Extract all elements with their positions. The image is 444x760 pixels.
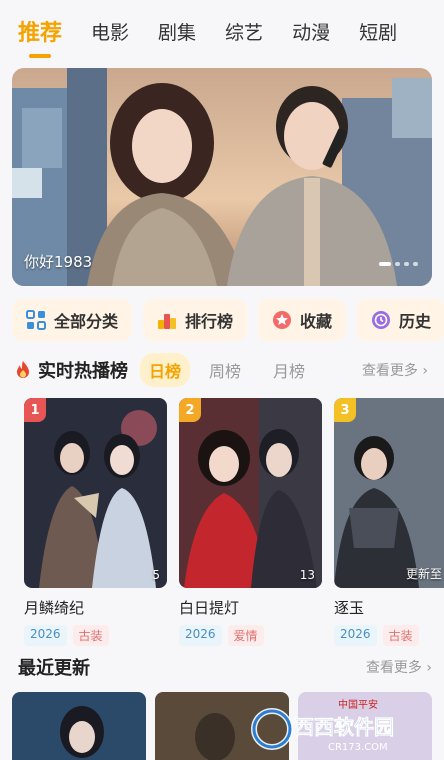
favorites-label: 收藏 (300, 312, 333, 331)
recent-item[interactable] (12, 692, 146, 760)
favorites-button[interactable]: 收藏 (258, 299, 347, 341)
poster-image: 3 更新至 (334, 398, 444, 588)
quick-actions: 全部分类 排行榜 收藏 历史 (12, 299, 444, 341)
ranking-card[interactable]: 2 13 白日提灯 2026 爱情 (179, 398, 322, 646)
banner-title: 你好1983 (24, 253, 93, 271)
top-tab-bar: 推荐 电影 剧集 综艺 动漫 短剧 (0, 0, 444, 62)
fire-icon (17, 361, 29, 378)
tab-short-drama[interactable]: 短剧 (359, 18, 397, 45)
recent-see-more-link[interactable]: 查看更多 › (366, 657, 432, 677)
watermark-text: 西西软件园 (294, 715, 394, 739)
ranking-label: 排行榜 (185, 312, 234, 331)
tab-monthly[interactable]: 月榜 (264, 353, 314, 387)
episode-count: 13 (299, 568, 315, 582)
recent-updates-title: 最近更新 (18, 658, 90, 679)
rank-badge: 3 (334, 398, 356, 422)
rank-badge: 2 (179, 398, 201, 422)
hot-see-more-link[interactable]: 查看更多 › (362, 360, 428, 380)
genre-tag: 古装 (382, 625, 419, 646)
poster-image: 1 5 (24, 398, 167, 588)
genre-tag: 古装 (72, 625, 109, 646)
history-clock-icon (372, 311, 391, 329)
ranking-card[interactable]: 3 更新至 逐玉 2026 古装 (334, 398, 444, 646)
recent-updates-header: 最近更新 查看更多 › (18, 652, 434, 682)
card-title: 白日提灯 (179, 599, 240, 617)
watermark-subtext: CR173.COM (328, 742, 388, 753)
poster-image: 2 13 (179, 398, 322, 588)
tab-weekly[interactable]: 周榜 (200, 353, 250, 387)
card-title: 月鳞绮纪 (24, 599, 85, 617)
year-tag: 2026 (179, 625, 222, 646)
tab-daily[interactable]: 日榜 (140, 353, 191, 387)
hot-ranking-list: 1 5 月鳞绮纪 2026 古装 2 13 白日提灯 2026 爱情 3 更新至… (24, 398, 444, 648)
genre-tag: 爱情 (227, 625, 264, 646)
banner-pagination (379, 262, 418, 266)
hot-ranking-title: 实时热播榜 (38, 361, 128, 382)
all-categories-label: 全部分类 (54, 312, 119, 331)
ranking-button[interactable]: 排行榜 (143, 299, 248, 341)
hero-banner[interactable]: 你好1983 (12, 68, 432, 286)
year-tag: 2026 (334, 625, 377, 646)
category-grid-icon (26, 310, 46, 330)
episode-count: 更新至 (406, 567, 443, 581)
year-tag: 2026 (24, 625, 67, 646)
history-button[interactable]: 历史 (357, 299, 444, 341)
tab-anime[interactable]: 动漫 (292, 18, 330, 45)
ranking-card[interactable]: 1 5 月鳞绮纪 2026 古装 (24, 398, 167, 646)
episode-count: 5 (152, 568, 160, 582)
ranking-bars-icon (158, 314, 177, 329)
site-watermark: 西西软件园 CR173.COM (250, 704, 440, 754)
card-title: 逐玉 (334, 599, 365, 617)
watermark-logo: 西西软件园 CR173.COM (251, 708, 394, 753)
all-categories-button[interactable]: 全部分类 (12, 299, 133, 341)
history-label: 历史 (399, 312, 432, 331)
tab-series[interactable]: 剧集 (158, 18, 196, 45)
favorite-star-icon (273, 311, 292, 329)
tab-variety[interactable]: 综艺 (225, 18, 263, 45)
tab-recommend[interactable]: 推荐 (18, 15, 62, 58)
tab-movies[interactable]: 电影 (91, 18, 129, 45)
rank-badge: 1 (24, 398, 46, 422)
hot-ranking-header: 实时热播榜 日榜 周榜 月榜 查看更多 › (14, 352, 434, 388)
